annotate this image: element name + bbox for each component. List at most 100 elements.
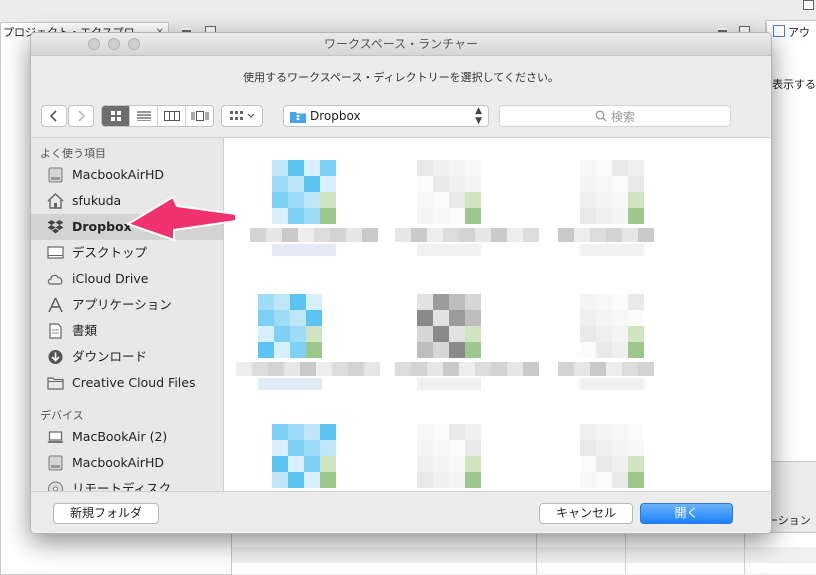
thumbnail-label-pixel: [300, 362, 316, 376]
thumbnail-label-pixel: [282, 228, 298, 242]
thumbnail-label-pixel: [364, 362, 380, 376]
thumbnail-pixel: [274, 326, 290, 342]
thumbnail-pixel: [290, 294, 306, 310]
thumbnail-pixel: [449, 208, 465, 224]
thumbnail-pixel: [628, 342, 644, 358]
sidebar-item-macbookairhd-device[interactable]: MacbookAirHD: [31, 450, 223, 476]
applications-icon: [48, 297, 63, 313]
list-view-button[interactable]: [130, 106, 158, 126]
hard-drive-icon: [48, 455, 63, 471]
thumbnail-label-pixel: [332, 362, 348, 376]
sidebar-item-label: 書類: [72, 323, 98, 338]
search-input[interactable]: 検索: [499, 105, 731, 127]
location-popup[interactable]: Dropbox ▲ ▼: [283, 105, 489, 127]
thumbnail-pixel: [465, 342, 481, 358]
thumbnail-pixel: [320, 472, 336, 488]
thumbnail-pixel: [304, 192, 320, 208]
thumbnail-pixel: [628, 440, 644, 456]
thumbnail-pixel: [628, 176, 644, 192]
thumbnail-pixel: [258, 310, 274, 326]
thumbnail-pixel: [449, 176, 465, 192]
thumbnail-pixel: [596, 424, 612, 440]
thumbnail-pixel: [449, 472, 465, 488]
thumbnail-pixel: [417, 310, 433, 326]
dialog-titlebar[interactable]: ワークスペース・ランチャー: [31, 33, 771, 56]
thumbnail-pixel: [628, 192, 644, 208]
thumbnail-pixel: [612, 424, 628, 440]
sidebar-item-label: アプリケーション: [72, 297, 172, 312]
sidebar-item-sfukuda[interactable]: sfukuda: [31, 188, 223, 214]
coverflow-view-button[interactable]: [186, 106, 213, 126]
open-button[interactable]: 開く: [640, 503, 733, 524]
thumbnail-pixel: [580, 176, 596, 192]
thumbnail-label-pixel: [346, 228, 362, 242]
sidebar-item-label: リモートディスク: [72, 481, 172, 492]
sidebar-item-remote-disc[interactable]: リモートディスク: [31, 476, 223, 492]
cancel-button[interactable]: キャンセル: [539, 503, 633, 524]
sidebar-item-documents[interactable]: 書類: [31, 318, 223, 344]
thumbnail-label-pixel: [395, 228, 411, 242]
grid-icon: [110, 111, 121, 121]
thumbnail-pixel: [465, 176, 481, 192]
thumbnail-pixel: [304, 160, 320, 176]
thumbnail-pixel: [272, 160, 288, 176]
thumbnail-pixel: [596, 208, 612, 224]
thumbnail-label-pixel: [507, 228, 523, 242]
thumbnail-pixel: [433, 192, 449, 208]
maximize-icon[interactable]: [803, 0, 814, 10]
sidebar-item-downloads[interactable]: ダウンロード: [31, 344, 223, 370]
thumbnail-label-pixel: [459, 228, 475, 242]
thumbnail-pixel: [628, 208, 644, 224]
thumbnail-label-pixel: [475, 362, 491, 376]
thumbnail-pixel: [417, 424, 433, 440]
thumbnail-pixel: [272, 472, 288, 488]
thumbnail-pixel: [288, 192, 304, 208]
sidebar-item-icloud-drive[interactable]: iCloud Drive: [31, 266, 223, 292]
hard-drive-icon: [48, 167, 63, 183]
thumbnail-pixel: [258, 326, 274, 342]
thumbnail-pixel: [274, 342, 290, 358]
background-table-divider: [625, 533, 626, 574]
thumbnail-pixel: [628, 160, 644, 176]
sidebar-item-dropbox[interactable]: Dropbox: [31, 214, 223, 240]
icon-view-button[interactable]: [102, 106, 130, 126]
sidebar-item-applications[interactable]: アプリケーション: [31, 292, 223, 318]
back-button[interactable]: [41, 105, 67, 127]
view-mode-control[interactable]: [101, 105, 214, 127]
sidebar-item-label: MacbookAirHD: [72, 167, 164, 182]
popup-arrows-icon: ▲ ▼: [475, 106, 482, 126]
thumbnail-pixel: [306, 310, 322, 326]
thumbnail-label-pixel: [606, 228, 622, 242]
background-outline-tab[interactable]: アウ: [766, 22, 816, 44]
thumbnail-label-pixel: [252, 362, 268, 376]
sidebar: よく使う項目 MacbookAirHD sfukuda Dropbox デスクト…: [31, 137, 223, 492]
arrange-button[interactable]: [221, 105, 263, 127]
thumbnail-pixel: [288, 456, 304, 472]
thumbnail-pixel: [465, 456, 481, 472]
thumbnail-pixel: [580, 456, 596, 472]
thumbnail-label-pixel: [574, 228, 590, 242]
sidebar-item-macbookairhd[interactable]: MacbookAirHD: [31, 162, 223, 188]
thumbnail-pixel: [433, 342, 449, 358]
thumbnail-pixel: [304, 472, 320, 488]
sidebar-item-label: Dropbox: [72, 219, 132, 234]
new-folder-button[interactable]: 新規フォルダ: [53, 503, 159, 524]
thumbnail-pixel: [580, 208, 596, 224]
thumbnail-pixel: [628, 472, 644, 488]
thumbnail-label-pixel: [574, 362, 590, 376]
thumbnail-pixel: [628, 424, 644, 440]
sidebar-item-creative-cloud-files[interactable]: Creative Cloud Files: [31, 370, 223, 396]
thumbnail-pixel: [417, 342, 433, 358]
column-view-button[interactable]: [158, 106, 186, 126]
thumbnail-pixel: [596, 456, 612, 472]
thumbnail-pixel: [580, 294, 596, 310]
sidebar-item-desktop[interactable]: デスクトップ: [31, 240, 223, 266]
forward-button[interactable]: [68, 105, 94, 127]
thumbnail-pixel: [433, 472, 449, 488]
thumbnail-pixel: [433, 176, 449, 192]
sidebar-item-macbookair-2[interactable]: MacBookAir (2): [31, 424, 223, 450]
thumbnail-label-pixel: [475, 228, 491, 242]
thumbnail-pixel: [612, 208, 628, 224]
list-icon: [136, 111, 151, 121]
thumbnail-pixel: [596, 192, 612, 208]
